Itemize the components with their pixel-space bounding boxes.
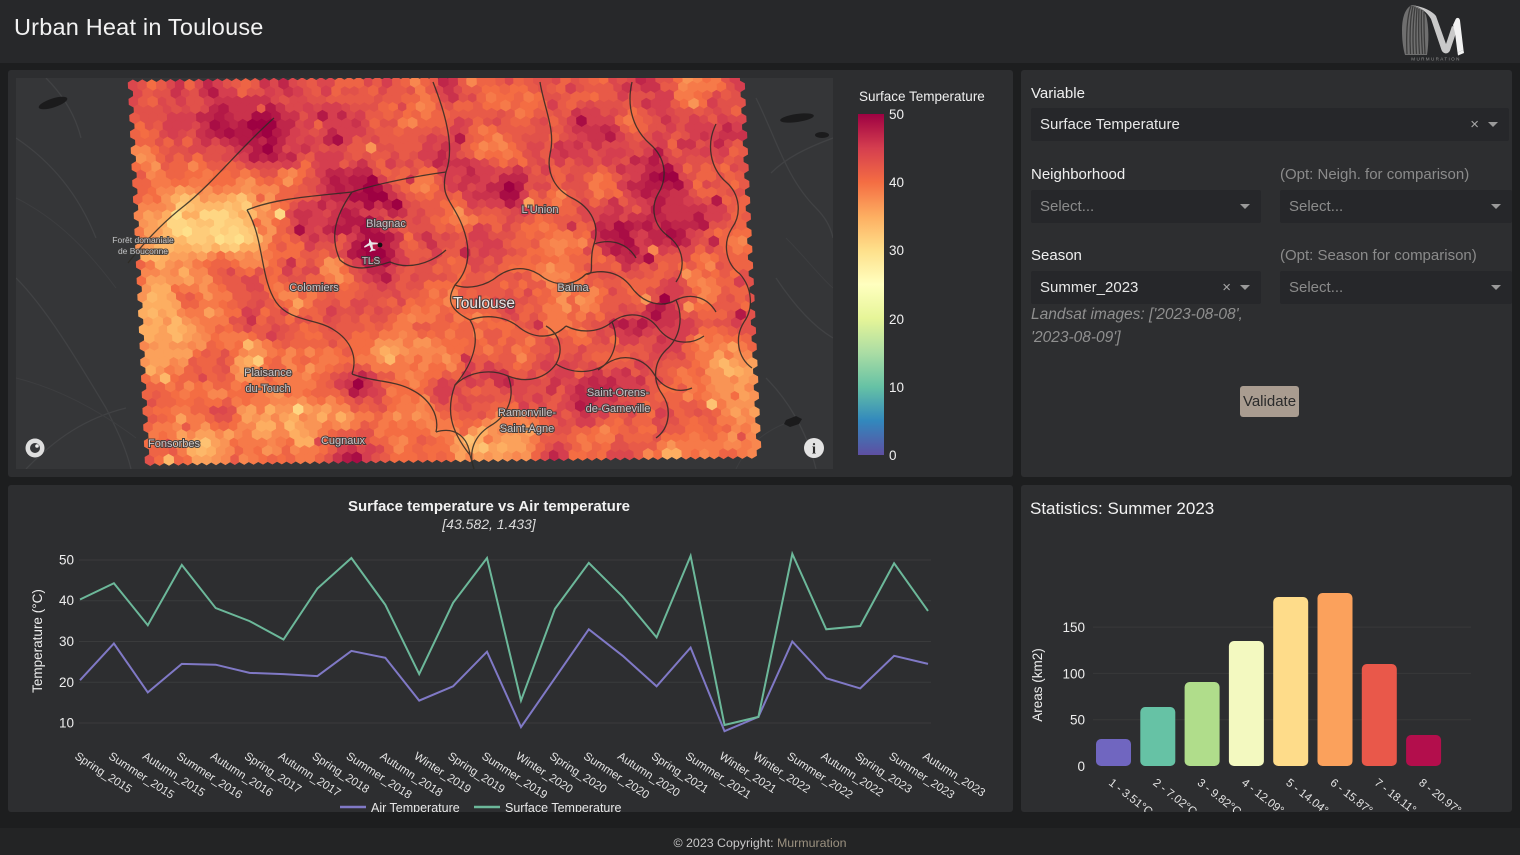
svg-text:i: i: [812, 442, 816, 458]
svg-text:40: 40: [59, 593, 74, 608]
svg-text:Fonsorbes: Fonsorbes: [148, 438, 200, 450]
svg-text:Colomiers: Colomiers: [289, 282, 339, 294]
svg-text:Ramonville-: Ramonville-: [498, 407, 556, 419]
svg-text:30: 30: [59, 634, 74, 649]
svg-text:100: 100: [1062, 666, 1085, 681]
svg-text:Saint-Orens-: Saint-Orens-: [587, 387, 650, 399]
svg-text:20: 20: [59, 675, 74, 690]
svg-text:L'Union: L'Union: [522, 204, 559, 216]
svg-text:Toulouse: Toulouse: [453, 295, 515, 312]
svg-text:Temperature (°C): Temperature (°C): [30, 589, 45, 693]
svg-text:6 - 15.87°: 6 - 15.87°: [1328, 777, 1375, 812]
svg-text:MURMURATION: MURMURATION: [1411, 57, 1460, 62]
svg-text:du-Touch: du-Touch: [245, 383, 290, 395]
svg-text:Balma: Balma: [557, 282, 589, 294]
svg-text:[43.582, 1.433]: [43.582, 1.433]: [441, 516, 537, 532]
svg-text:Saint-Agne: Saint-Agne: [500, 423, 554, 435]
svg-text:Air Temperature: Air Temperature: [371, 801, 460, 812]
svg-text:50: 50: [1070, 713, 1085, 728]
svg-text:0: 0: [1077, 759, 1085, 774]
svg-text:10: 10: [59, 716, 74, 731]
svg-text:2 - 7.02°C: 2 - 7.02°C: [1150, 777, 1198, 812]
svg-text:4 - 12.09°: 4 - 12.09°: [1239, 777, 1286, 812]
svg-text:Blagnac: Blagnac: [366, 218, 406, 230]
svg-text:Surface Temperature: Surface Temperature: [505, 801, 622, 812]
svg-text:150: 150: [1062, 620, 1085, 635]
svg-text:5 - 14.04°: 5 - 14.04°: [1283, 777, 1330, 812]
svg-text:7 - 18.11°: 7 - 18.11°: [1372, 777, 1418, 812]
svg-text:TLS: TLS: [362, 256, 381, 267]
svg-text:de-Gameville: de-Gameville: [586, 403, 651, 415]
svg-text:Plaisance: Plaisance: [244, 367, 292, 379]
svg-text:Forêt domaniale: Forêt domaniale: [112, 235, 174, 245]
svg-text:Cugnaux: Cugnaux: [321, 435, 366, 447]
svg-text:Surface temperature vs Air tem: Surface temperature vs Air temperature: [348, 498, 630, 515]
svg-text:3 - 9.82°C: 3 - 9.82°C: [1195, 777, 1243, 812]
svg-text:8 - 20.97°: 8 - 20.97°: [1416, 777, 1463, 812]
svg-text:50: 50: [59, 553, 74, 568]
svg-text:de Bouconne: de Bouconne: [118, 246, 168, 256]
svg-text:1 - 3.51°C: 1 - 3.51°C: [1106, 777, 1154, 812]
svg-text:Areas (km2): Areas (km2): [1030, 648, 1045, 722]
